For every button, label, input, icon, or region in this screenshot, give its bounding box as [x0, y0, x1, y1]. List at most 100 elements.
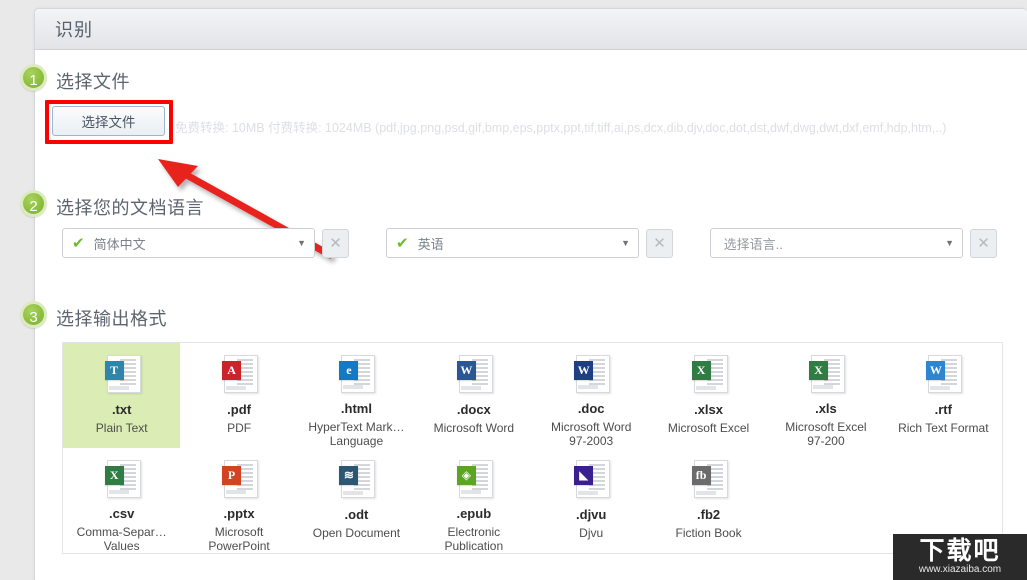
format-tile-fb2[interactable]: fb .fb2 Fiction Book	[650, 448, 767, 553]
language-selectors: ✔ 简体中文 ▼ ✕ ✔ 英语 ▼ ✕ ✔ 选择语言.. ▼ ✕	[0, 228, 1027, 258]
file-icon: ◈	[455, 458, 493, 499]
format-description: Djvu	[579, 526, 604, 540]
format-extension: .doc	[577, 401, 605, 416]
file-icon: X	[690, 353, 728, 395]
format-extension: .epub	[456, 506, 492, 521]
file-type-badge: ◣	[574, 466, 594, 485]
language-group-3: ✔ 选择语言.. ▼ ✕	[710, 228, 997, 258]
file-type-badge: ◈	[456, 466, 476, 485]
format-tile-pptx[interactable]: P .pptx Microsoft PowerPoint	[180, 448, 297, 553]
language-group-2: ✔ 英语 ▼ ✕	[386, 228, 673, 258]
file-type-badge: W	[574, 361, 594, 380]
watermark: 下载吧 www.xiazaiba.com	[893, 534, 1027, 580]
file-icon: X	[807, 353, 845, 394]
format-tile-odt[interactable]: ≋ .odt Open Document	[298, 448, 415, 553]
step-title-3: 选择输出格式	[56, 309, 167, 329]
panel-header: 识别	[35, 9, 1027, 50]
file-type-badge: X	[808, 361, 828, 380]
format-description: Fiction Book	[675, 526, 742, 540]
format-tile-html[interactable]: e .html HyperText Mark… Language	[298, 343, 415, 448]
file-icon: T	[103, 353, 141, 395]
format-tile-csv[interactable]: X .csv Comma-Separ… Values	[63, 448, 180, 553]
format-description: Microsoft Excel 97-200	[785, 420, 867, 448]
step-badge-3: 3	[20, 301, 47, 328]
language-value-2: 英语	[417, 236, 444, 252]
format-description: Microsoft Excel	[667, 421, 750, 435]
file-icon: X	[103, 458, 141, 499]
format-description: Open Document	[312, 526, 401, 540]
language-group-1: ✔ 简体中文 ▼ ✕	[62, 228, 349, 258]
file-type-badge: ≋	[339, 466, 359, 485]
file-type-badge: A	[222, 361, 242, 380]
format-tile-docx[interactable]: W .docx Microsoft Word	[415, 343, 532, 448]
file-icon: ≋	[337, 458, 376, 500]
chevron-down-icon: ▼	[621, 238, 630, 248]
file-icon: W	[455, 353, 493, 395]
format-extension: .pptx	[223, 506, 255, 521]
format-tile-pdf[interactable]: A .pdf PDF	[180, 343, 297, 448]
file-icon: W	[572, 353, 611, 394]
file-icon: fb	[690, 458, 728, 500]
file-icon: W	[924, 353, 963, 395]
check-icon: ✔	[72, 234, 85, 252]
watermark-brand: 下载吧	[919, 536, 1001, 565]
file-type-badge: X	[691, 361, 711, 380]
language-select-2[interactable]: ✔ 英语 ▼	[386, 228, 639, 258]
format-extension: .csv	[109, 506, 135, 521]
format-description: Electronic Publication	[444, 525, 504, 553]
file-type-badge: fb	[691, 466, 711, 485]
file-icon: A	[220, 353, 259, 395]
file-icon: ◣	[572, 458, 611, 500]
format-extension: .djvu	[576, 507, 607, 522]
clear-language-1-button[interactable]: ✕	[322, 228, 349, 258]
format-description: Comma-Separ… Values	[76, 525, 167, 553]
format-tile-txt[interactable]: T .txt Plain Text	[63, 343, 181, 448]
clear-language-3-button[interactable]: ✕	[970, 228, 997, 258]
output-format-grid: T .txt Plain Text A .pdf PDF e .html HyperText M…	[62, 342, 1003, 554]
check-icon: ✔	[396, 234, 409, 252]
format-tile-xlsx[interactable]: X .xlsx Microsoft Excel	[650, 343, 767, 448]
step-badge-1: 1	[20, 64, 47, 91]
file-type-badge: W	[456, 361, 476, 380]
file-type-badge: X	[104, 466, 124, 485]
format-tile-epub[interactable]: ◈ .epub Electronic Publication	[415, 448, 532, 553]
format-description: PDF	[227, 421, 252, 435]
file-type-badge: T	[104, 361, 124, 380]
format-description: Microsoft PowerPoint	[208, 525, 270, 553]
format-tile-rtf[interactable]: W .rtf Rich Text Format	[885, 343, 1002, 448]
page-title: 识别	[55, 20, 93, 40]
language-value-3: 选择语言..	[723, 236, 783, 252]
format-tile-djvu[interactable]: ◣ .djvu Djvu	[533, 448, 650, 553]
language-select-3[interactable]: ✔ 选择语言.. ▼	[710, 228, 963, 258]
file-type-badge: W	[926, 361, 946, 380]
clear-language-2-button[interactable]: ✕	[646, 228, 673, 258]
watermark-url: www.xiazaiba.com	[918, 564, 1002, 575]
format-extension: .pdf	[227, 402, 251, 417]
step-title-1: 选择文件	[56, 72, 130, 92]
format-extension: .fb2	[697, 507, 721, 522]
annotation-red-box	[45, 100, 173, 144]
format-description: Rich Text Format	[898, 421, 989, 435]
format-tile-xls[interactable]: X .xls Microsoft Excel 97-200	[767, 343, 884, 448]
chevron-down-icon: ▼	[297, 238, 306, 248]
step-badge-2: 2	[20, 190, 47, 217]
file-icon: e	[337, 353, 376, 394]
file-size-hint: 免费转换: 10MB 付费转换: 1024MB (pdf,jpg,png,psd…	[175, 121, 947, 135]
format-tile-doc[interactable]: W .doc Microsoft Word 97-2003	[533, 343, 650, 448]
language-value-1: 简体中文	[93, 236, 146, 252]
step-title-2: 选择您的文档语言	[56, 198, 204, 218]
file-type-badge: P	[222, 466, 242, 485]
format-extension: .xlsx	[694, 402, 724, 417]
format-description: Plain Text	[95, 421, 148, 435]
format-extension: .xls	[815, 401, 837, 416]
language-select-1[interactable]: ✔ 简体中文 ▼	[62, 228, 315, 258]
file-type-badge: e	[339, 361, 359, 380]
format-description: HyperText Mark… Language	[308, 420, 405, 448]
format-extension: .odt	[344, 507, 369, 522]
format-extension: .rtf	[934, 402, 952, 417]
format-description: Microsoft Word	[433, 421, 515, 435]
format-description: Microsoft Word 97-2003	[550, 420, 632, 448]
file-icon: P	[220, 458, 259, 499]
format-extension: .html	[340, 401, 372, 416]
format-extension: .txt	[111, 402, 132, 417]
